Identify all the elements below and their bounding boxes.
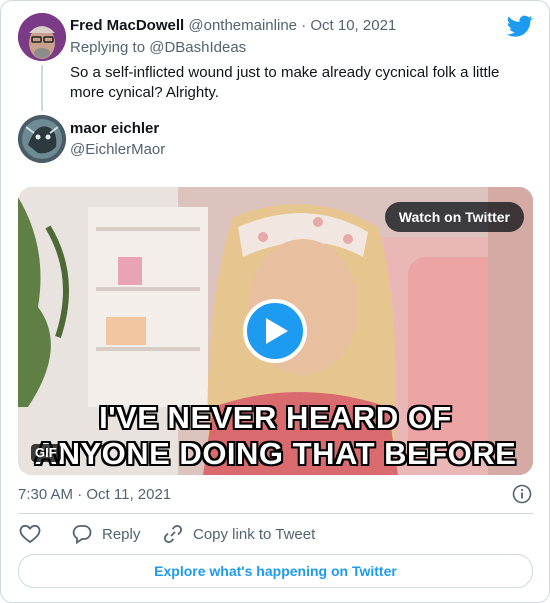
avatar[interactable]	[18, 13, 66, 61]
reply-label: Reply	[102, 525, 141, 543]
avatar[interactable]	[18, 115, 66, 163]
reply-bubble-icon	[72, 525, 92, 544]
parent-author-line: Fred MacDowell @onthemainline · Oct 10, …	[70, 16, 396, 36]
reply-author-handle-row: @EichlerMaor	[70, 140, 165, 160]
heart-icon	[19, 524, 41, 544]
thread-connector	[41, 65, 43, 111]
explore-twitter-button[interactable]: Explore what's happening on Twitter	[18, 554, 533, 588]
tweet-timestamp[interactable]: 7:30 AM · Oct 11, 2021	[18, 485, 171, 505]
author-name[interactable]: maor eichler	[70, 120, 159, 137]
like-button[interactable]	[19, 523, 51, 545]
play-icon	[266, 318, 288, 344]
tweet-date[interactable]: Oct 10, 2021	[310, 17, 396, 34]
link-icon	[163, 524, 183, 544]
tweet-embed-card: Fred MacDowell @onthemainline · Oct 10, …	[0, 0, 550, 603]
reply-author-name-row: maor eichler	[70, 119, 159, 139]
play-button[interactable]	[243, 299, 307, 363]
gif-media[interactable]: Watch on Twitter I'VE NEVER HEARD OF ANY…	[18, 187, 533, 475]
parent-tweet-text: So a self-inflicted wound just to make a…	[70, 64, 500, 101]
divider	[18, 513, 533, 514]
dot-separator: ·	[301, 17, 307, 34]
replying-to-line: Replying to @DBashIdeas	[70, 38, 246, 58]
gif-badge: GIF	[31, 444, 61, 462]
reply-button[interactable]: Reply	[72, 523, 140, 545]
author-handle[interactable]: @onthemainline	[188, 17, 297, 34]
author-name[interactable]: Fred MacDowell	[70, 17, 184, 34]
gif-caption-line1: I'VE NEVER HEARD OF	[99, 400, 452, 435]
copy-link-label: Copy link to Tweet	[193, 525, 316, 543]
twitter-bird-icon[interactable]	[507, 13, 533, 39]
watch-on-twitter-button[interactable]: Watch on Twitter	[384, 202, 524, 232]
replying-to-label: Replying to	[70, 39, 146, 56]
author-handle[interactable]: @EichlerMaor	[70, 141, 165, 158]
copy-link-button[interactable]: Copy link to Tweet	[163, 523, 315, 545]
replying-to-handle[interactable]: @DBashIdeas	[149, 39, 246, 56]
gif-caption-line2: ANYONE DOING THAT BEFORE	[34, 436, 517, 471]
info-icon[interactable]	[512, 484, 532, 504]
